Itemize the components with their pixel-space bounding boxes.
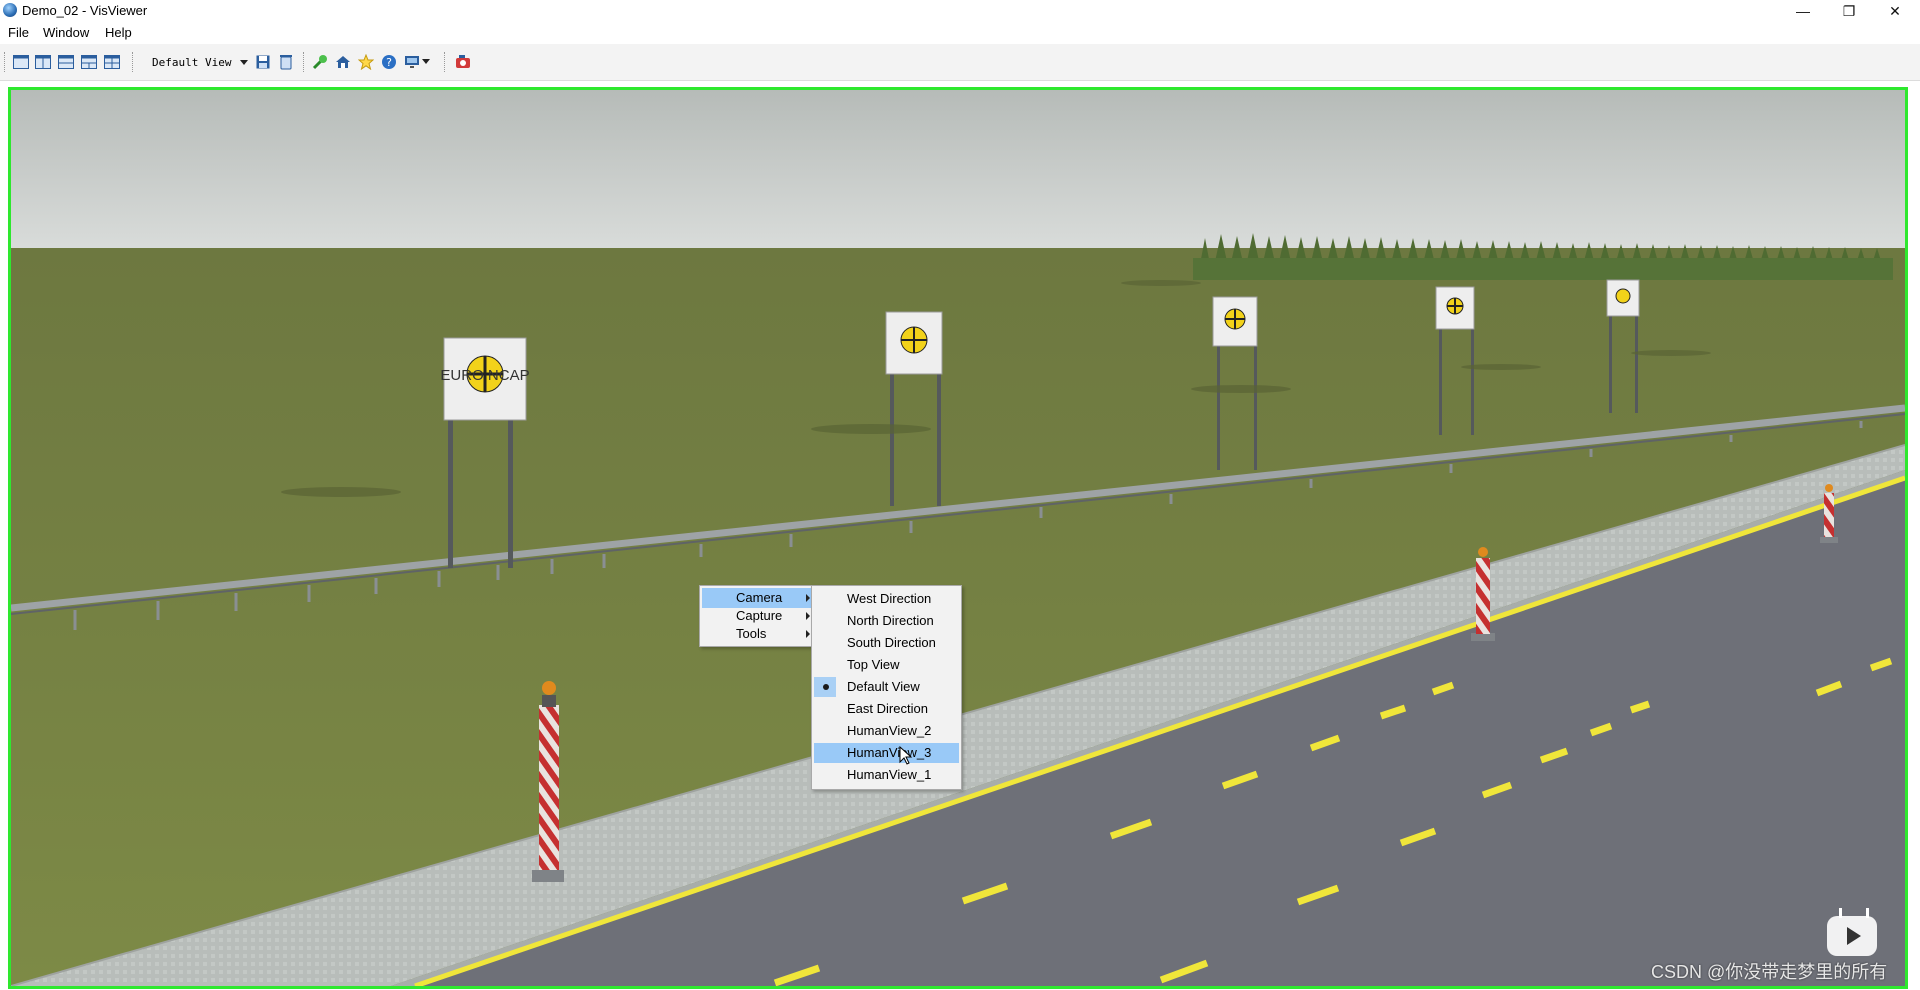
toolbar-grip (4, 52, 7, 72)
toolbar: Default View ? (0, 44, 1920, 81)
menu-item-capture[interactable]: Capture (702, 606, 816, 626)
camera-default-view[interactable]: Default View (814, 677, 959, 697)
toolbar-separator (132, 52, 135, 72)
app-globe-icon (3, 3, 17, 17)
save-icon[interactable] (254, 53, 272, 71)
camera-humanview-1[interactable]: HumanView_1 (814, 765, 959, 785)
camera-humanview-3[interactable]: HumanView_3 (814, 743, 959, 763)
context-menu: Camera Capture Tools (699, 585, 819, 647)
menu-bar: File Window Help (0, 22, 1920, 44)
camera-submenu: West Direction North Direction South Dir… (811, 585, 962, 790)
billboard-1-text: EURO NCAP (440, 367, 529, 384)
close-button[interactable]: ✕ (1872, 0, 1918, 22)
record-icon[interactable] (455, 53, 473, 71)
menu-window[interactable]: Window (43, 25, 89, 40)
svg-text:?: ? (386, 56, 392, 69)
layout-single-icon[interactable] (12, 53, 30, 71)
view-select[interactable]: Default View (146, 54, 250, 72)
delete-icon[interactable] (277, 53, 295, 71)
menu-help[interactable]: Help (105, 25, 132, 40)
radio-dot-icon (823, 684, 829, 690)
title-bar: Demo_02 - VisViewer — ❐ ✕ (0, 0, 1920, 22)
sky (11, 90, 1905, 250)
minimize-button[interactable]: — (1780, 0, 1826, 22)
chevron-down-icon (240, 60, 248, 65)
layout-split-horizontal-icon[interactable] (57, 53, 75, 71)
layout-quad-icon[interactable] (103, 53, 121, 71)
menu-file[interactable]: File (8, 25, 29, 40)
camera-humanview-2[interactable]: HumanView_2 (814, 721, 959, 741)
chevron-right-icon (806, 630, 810, 638)
mouse-cursor-icon (899, 746, 913, 765)
camera-west-direction[interactable]: West Direction (814, 589, 959, 609)
pick-icon[interactable] (311, 53, 329, 71)
scene-render: EURO NCAP (11, 90, 1905, 986)
camera-south-direction[interactable]: South Direction (814, 633, 959, 653)
camera-north-direction[interactable]: North Direction (814, 611, 959, 631)
view-select-value: Default View (152, 56, 232, 69)
home-icon[interactable] (334, 53, 352, 71)
display-icon[interactable] (403, 53, 421, 71)
window-title: Demo_02 - VisViewer (22, 3, 148, 18)
chevron-right-icon (806, 594, 810, 602)
toolbar-separator (444, 52, 447, 72)
toolbar-separator (303, 52, 306, 72)
menu-item-tools[interactable]: Tools (702, 624, 816, 644)
layout-three-icon[interactable] (80, 53, 98, 71)
video-play-icon (1827, 916, 1877, 956)
layout-split-vertical-icon[interactable] (34, 53, 52, 71)
menu-item-camera[interactable]: Camera (702, 588, 816, 608)
camera-east-direction[interactable]: East Direction (814, 699, 959, 719)
watermark-text: CSDN @你没带走梦里的所有 (1651, 962, 1888, 982)
restore-button[interactable]: ❐ (1826, 0, 1872, 22)
display-dropdown-icon[interactable] (421, 53, 431, 71)
3d-viewport[interactable]: EURO NCAP Camera Capture Tools West Dire… (8, 87, 1908, 989)
favorite-star-icon[interactable] (357, 53, 375, 71)
camera-top-view[interactable]: Top View (814, 655, 959, 675)
help-icon[interactable]: ? (380, 53, 398, 71)
chevron-right-icon (806, 612, 810, 620)
